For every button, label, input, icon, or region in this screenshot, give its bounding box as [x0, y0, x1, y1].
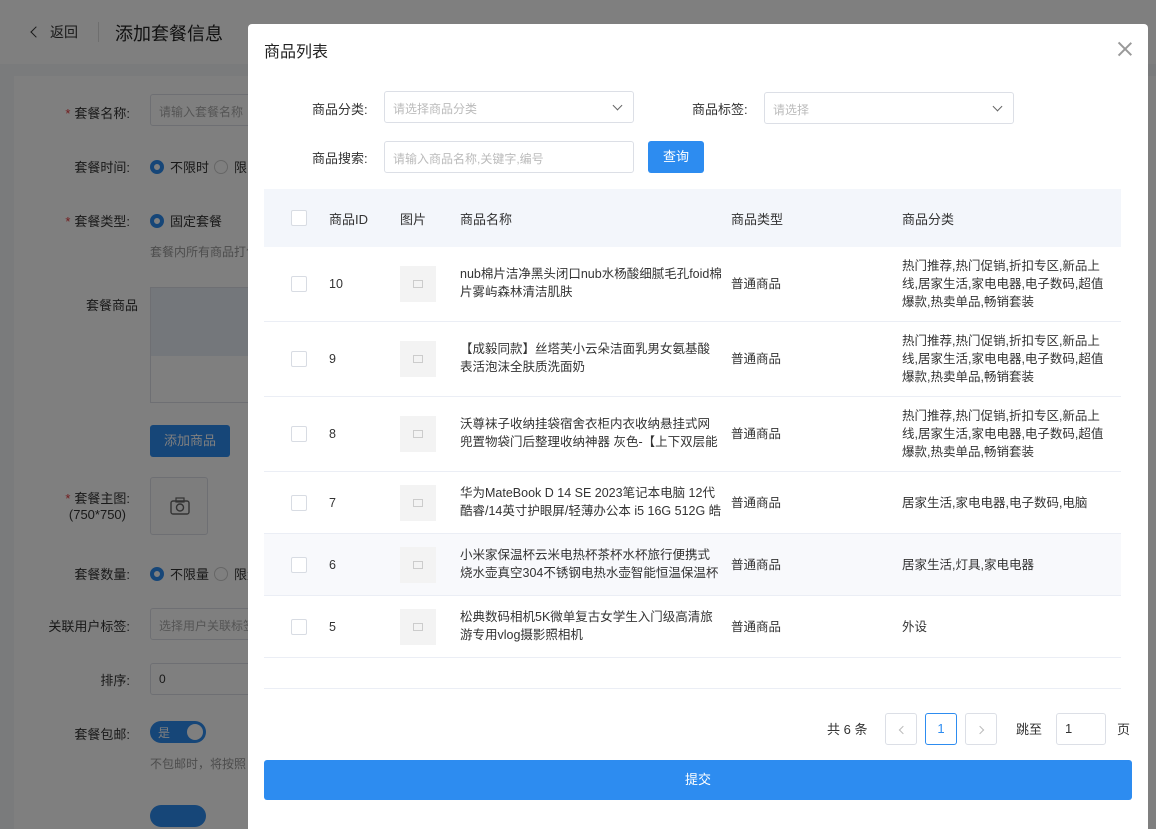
header-category: 商品分类	[902, 212, 955, 227]
product-type: 普通商品	[731, 620, 782, 634]
search-placeholder: 请输入商品名称,关键字,编号	[393, 152, 544, 166]
image-placeholder-icon	[413, 561, 423, 569]
row-checkbox[interactable]	[291, 351, 307, 367]
product-image	[400, 341, 436, 377]
chevron-down-icon	[612, 100, 623, 111]
product-id: 10	[329, 277, 343, 291]
chevron-right-icon	[975, 725, 984, 735]
header-name: 商品名称	[460, 212, 513, 227]
page-suffix: 页	[1117, 722, 1131, 737]
tag-filter-label: 商品标签:	[692, 102, 748, 117]
product-category: 热门推荐,热门促销,折扣专区,新品上线,居家生活,家电电器,电子数码,超值爆款,…	[902, 259, 1104, 309]
product-image	[400, 266, 436, 302]
product-category: 居家生活,家电电器,电子数码,电脑	[902, 496, 1088, 510]
header-id: 商品ID	[329, 212, 369, 227]
table-bottom-border	[264, 688, 1121, 689]
close-icon[interactable]	[1117, 41, 1133, 57]
table-row[interactable]: 5 松典数码相机5K微单复古女学生入门级高清旅游专用vlog摄影照相机 普通商品…	[264, 596, 1121, 658]
product-id: 5	[329, 620, 336, 634]
product-id: 6	[329, 558, 336, 572]
query-button[interactable]: 查询	[648, 141, 704, 173]
row-checkbox[interactable]	[291, 495, 307, 511]
product-image	[400, 416, 436, 452]
product-name: nub棉片洁净黑头闭口nub水杨酸细腻毛孔foid棉片雾屿森林清洁肌肤	[460, 267, 722, 299]
jump-label: 跳至	[1016, 722, 1043, 737]
prev-page-button[interactable]	[885, 713, 917, 745]
product-name: 华为MateBook D 14 SE 2023笔记本电脑 12代酷睿/14英寸护…	[460, 486, 722, 518]
chevron-down-icon	[992, 101, 1003, 112]
next-page-button[interactable]	[965, 713, 997, 745]
product-type: 普通商品	[731, 496, 782, 510]
product-type: 普通商品	[731, 558, 782, 572]
product-type: 普通商品	[731, 277, 782, 291]
product-category: 热门推荐,热门促销,折扣专区,新品上线,居家生活,家电电器,电子数码,超值爆款,…	[902, 334, 1104, 384]
table-row[interactable]: 9 【成毅同款】丝塔芙小云朵洁面乳男女氨基酸表活泡沫全肤质洗面奶 普通商品 热门…	[264, 322, 1121, 397]
image-placeholder-icon	[413, 430, 423, 438]
image-placeholder-icon	[413, 499, 423, 507]
product-id: 7	[329, 496, 336, 510]
table-row[interactable]: 6 小米家保温杯云米电热杯茶杯水杯旅行便携式烧水壶真空304不锈钢电热水壶智能恒…	[264, 534, 1121, 596]
product-name: 松典数码相机5K微单复古女学生入门级高清旅游专用vlog摄影照相机	[460, 610, 713, 642]
product-type: 普通商品	[731, 427, 782, 441]
image-placeholder-icon	[413, 623, 423, 631]
product-image	[400, 609, 436, 645]
goods-table: 商品ID 图片 商品名称 商品类型 商品分类 10 nub棉片洁净黑头闭口nub…	[264, 189, 1121, 658]
goods-list-modal: 商品列表 商品分类: 请选择商品分类 商品标签: 请选择 商品搜索: 请输入商品…	[248, 24, 1148, 829]
pagination-total: 共 6 条	[827, 722, 868, 737]
modal-title: 商品列表	[264, 44, 329, 61]
category-select[interactable]: 请选择商品分类	[384, 91, 634, 123]
search-label: 商品搜索:	[312, 151, 368, 166]
product-name: 小米家保温杯云米电热杯茶杯水杯旅行便携式烧水壶真空304不锈钢电热水壶智能恒温保…	[460, 548, 719, 580]
table-row[interactable]: 10 nub棉片洁净黑头闭口nub水杨酸细腻毛孔foid棉片雾屿森林清洁肌肤 普…	[264, 247, 1121, 322]
image-placeholder-icon	[413, 280, 423, 288]
product-category: 居家生活,灯具,家电电器	[902, 558, 1034, 572]
table-row[interactable]: 7 华为MateBook D 14 SE 2023笔记本电脑 12代酷睿/14英…	[264, 472, 1121, 534]
product-id: 9	[329, 352, 336, 366]
submit-button[interactable]: 提交	[264, 760, 1132, 800]
row-checkbox[interactable]	[291, 557, 307, 573]
header-image: 图片	[400, 212, 427, 227]
chevron-left-icon	[898, 725, 907, 735]
product-id: 8	[329, 427, 336, 441]
select-all-checkbox[interactable]	[291, 210, 307, 226]
product-category: 热门推荐,热门促销,折扣专区,新品上线,居家生活,家电电器,电子数码,超值爆款,…	[902, 409, 1104, 459]
product-name: 沃尊袜子收纳挂袋宿舍衣柜内衣收纳悬挂式网兜置物袋门后整理收纳神器 灰色-【上下双…	[460, 417, 718, 449]
category-filter-label: 商品分类:	[312, 102, 368, 117]
product-image	[400, 547, 436, 583]
jump-page-input[interactable]: 1	[1056, 713, 1106, 745]
image-placeholder-icon	[413, 355, 423, 363]
tag-select[interactable]: 请选择	[764, 92, 1014, 124]
category-placeholder: 请选择商品分类	[393, 102, 478, 116]
tag-placeholder: 请选择	[773, 103, 810, 117]
product-category: 外设	[902, 620, 928, 634]
row-checkbox[interactable]	[291, 426, 307, 442]
table-header: 商品ID 图片 商品名称 商品类型 商品分类	[264, 189, 1121, 247]
product-name: 【成毅同款】丝塔芙小云朵洁面乳男女氨基酸表活泡沫全肤质洗面奶	[460, 342, 711, 374]
row-checkbox[interactable]	[291, 276, 307, 292]
search-input[interactable]: 请输入商品名称,关键字,编号	[384, 141, 634, 173]
header-type: 商品类型	[731, 212, 784, 227]
product-type: 普通商品	[731, 352, 782, 366]
table-row[interactable]: 8 沃尊袜子收纳挂袋宿舍衣柜内衣收纳悬挂式网兜置物袋门后整理收纳神器 灰色-【上…	[264, 397, 1121, 472]
row-checkbox[interactable]	[291, 619, 307, 635]
page-number-button[interactable]: 1	[925, 713, 957, 745]
product-image	[400, 485, 436, 521]
